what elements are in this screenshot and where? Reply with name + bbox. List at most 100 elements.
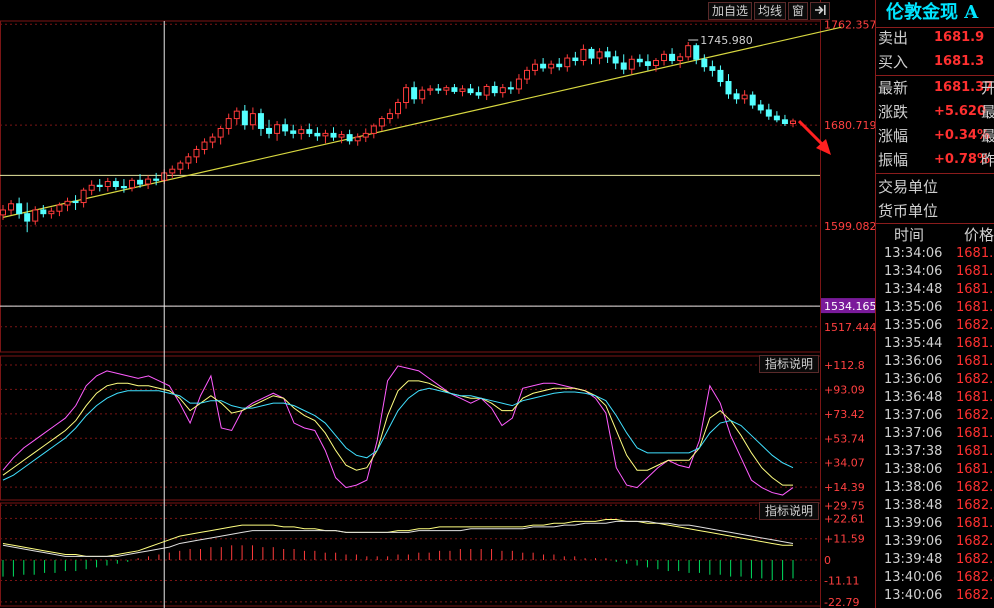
tick-time: 13:40:06 [884,588,943,603]
candle-body [395,102,401,115]
tick-price: 1681.9 [956,462,994,477]
amplitude-label: 振幅 [878,151,909,169]
candle-body [153,178,160,181]
candle-body [56,204,63,212]
candle-body [765,109,772,117]
candle-body [209,136,216,143]
candle-body [596,51,603,59]
candle-body [773,115,780,121]
candle-body [104,181,111,188]
candle-body [717,69,724,83]
candle-body [185,156,192,164]
tick-row: 13:34:06 1681.2 [876,245,994,263]
y-tick-label: -22.79 [824,596,859,608]
tick-row: 13:37:06 1681.9 [876,425,994,443]
quote-panel: 伦敦金现 A 卖出 1681.9 买入 1681.3 最新 1681.370 开… [875,0,994,608]
tick-time: 13:36:48 [884,390,943,405]
price-tag-label: 1534.165 [824,300,875,313]
tick-price: 1682.0 [956,534,994,549]
y-tick-label: +53.74 [824,432,865,445]
add-watchlist-button[interactable]: 加自选 [708,2,753,20]
candle-body [523,69,530,80]
open-label: 开 [981,76,994,100]
candle-body [112,181,119,188]
quote-row-change: 涨跌 +5.620 最 [876,100,994,124]
candle-body [459,88,466,92]
candle-body [411,87,418,100]
candle-body [8,203,15,211]
candle-body [604,51,611,58]
candle-body [266,127,273,134]
candle-body [193,148,200,158]
candle-body [241,110,248,126]
trend-line [2,26,842,218]
candle-body [201,141,208,150]
oscillator-series-line [2,380,793,486]
y-tick-label: +29.75 [824,499,865,512]
candle-body [652,60,659,66]
tick-row: 13:37:38 1681.6 [876,443,994,461]
change-pct-label: 涨幅 [878,127,909,145]
candle-body [32,209,39,222]
tick-price: 1682.6 [956,552,994,567]
tick-price: 1681.2 [956,300,994,315]
arrow-right-to-bar-icon[interactable] [810,2,831,20]
y-tick-label: 1599.082 [824,220,875,233]
tick-price: 1681.2 [956,264,994,279]
candle-body [709,66,716,71]
tick-time: 13:39:06 [884,534,943,549]
tick-row: 13:36:06 1682.1 [876,371,994,389]
buy-value: 1681.3 [934,54,985,69]
tick-row: 13:35:06 1681.2 [876,299,994,317]
currency-unit-row: 货币单位 [876,199,994,223]
tick-price: 1681.9 [956,426,994,441]
candle-body [257,113,264,129]
candle-body [120,186,127,189]
tick-row: 13:36:48 1681.9 [876,389,994,407]
window-button[interactable]: 窗 [788,2,809,20]
tick-time: 13:35:44 [884,336,943,351]
tick-row: 13:40:06 1682.4 [876,569,994,587]
oscillator-panel-frame [0,355,821,501]
y-tick-label: -11.11 [824,574,859,587]
tick-row: 13:38:06 1681.9 [876,461,994,479]
candle-body [564,57,571,68]
tick-price: 1682.0 [956,408,994,423]
candle-body [128,179,135,189]
tick-time: 13:37:06 [884,408,943,423]
candle-body [636,58,643,63]
candle-body [0,209,6,216]
sell-label: 卖出 [878,29,909,47]
tick-row: 13:35:06 1682.2 [876,317,994,335]
y-tick-label: 1517.444 [824,321,875,334]
tick-time: 13:40:06 [884,570,943,585]
ma-line-button[interactable]: 均线 [754,2,787,20]
oscillator-series-line [2,365,794,496]
tick-time: 13:37:38 [884,444,943,459]
peak-annotation: 1745.980 [700,34,753,47]
macd-series-line [2,519,793,557]
tick-time: 13:38:06 [884,480,943,495]
time-column-header: 时间 [894,226,925,244]
quote-row-amplitude: 振幅 +0.78% 昨 [876,148,994,172]
candle-body [80,189,87,204]
prev-close-label: 昨 [981,148,994,172]
candle-body [685,45,692,58]
ticks-header: 时间 价格 [876,225,994,245]
candle-body [580,48,587,62]
candle-body [338,134,345,138]
price-column-header: 价格 [964,226,994,244]
candle-body [532,63,539,71]
candle-body [540,63,547,69]
tick-row: 13:36:06 1681.6 [876,353,994,371]
candle-body [24,213,31,222]
tick-price: 1682.1 [956,372,994,387]
indicator-help-button-top[interactable]: 指标说明 [759,355,819,373]
tick-price: 1681.2 [956,246,994,261]
y-tick-label: +14.39 [824,481,865,494]
candle-body [362,132,369,138]
chart-area[interactable]: 1762.3571680.7191599.0821517.4441534.165… [0,0,875,608]
indicator-help-button-bottom[interactable]: 指标说明 [759,502,819,520]
candle-body [354,136,361,142]
candle-body [677,56,684,62]
